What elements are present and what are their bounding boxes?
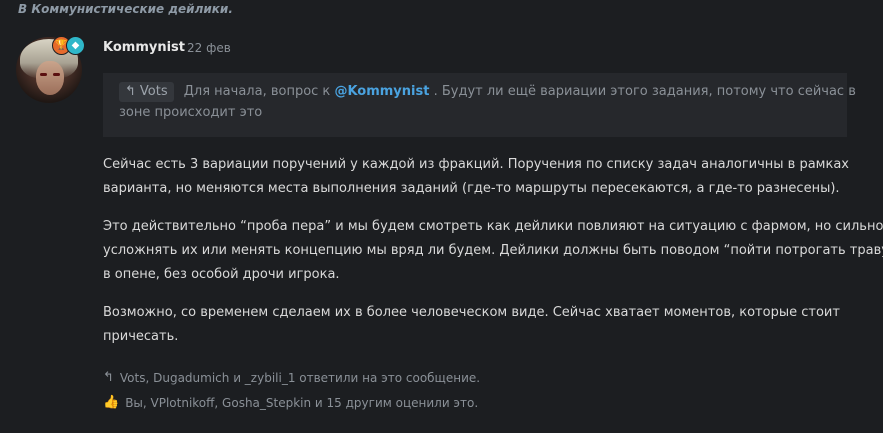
quote-author-button[interactable]: ↰ Vots xyxy=(119,81,174,102)
quote-block: ↰ Vots Для начала, вопрос к @Kommynist .… xyxy=(103,73,856,137)
likes-summary[interactable]: 👍 Вы, VPlotnikoff, Gosha_Stepkin и 15 др… xyxy=(103,395,478,410)
quote-text-end: . Будут ли ещё вариации этого задания, п… xyxy=(433,84,856,99)
paragraph-line: Это действительно “проба пера” и мы буде… xyxy=(103,219,883,234)
diamond-icon[interactable]: ◆ xyxy=(66,36,85,55)
post-date[interactable]: 22 фев xyxy=(187,41,231,55)
replies-summary[interactable]: ↰ Vots, Dugadumich и _zybili_1 ответили … xyxy=(103,370,480,385)
avatar-eye-right xyxy=(53,73,60,76)
avatar-face xyxy=(36,61,64,95)
quote-author-name: Vots xyxy=(139,84,168,99)
paragraph-line: причесать. xyxy=(103,329,179,344)
thread-link[interactable]: В Коммунистические дейлики. xyxy=(18,2,233,16)
post-paragraph: Возможно, со временем сделаем их в более… xyxy=(103,301,863,349)
avatar-eye-left xyxy=(40,73,47,76)
paragraph-line: варианта, но меняются места выполнения з… xyxy=(103,181,840,196)
paragraph-line: в опене, без особой дрочи игрока. xyxy=(103,267,340,282)
paragraph-line: Возможно, со временем сделаем их в более… xyxy=(103,305,840,320)
quote-line-2: зоне происходит это xyxy=(119,105,263,120)
quote-line-1: ↰ Vots Для начала, вопрос к @Kommynist .… xyxy=(119,81,856,102)
quote-mention[interactable]: @Kommynist xyxy=(334,84,429,99)
post-body: Сейчас есть 3 вариации поручений у каждо… xyxy=(103,153,883,363)
paragraph-line: усложнять их или менять концепцию мы вря… xyxy=(103,243,883,258)
post-paragraph: Это действительно “проба пера” и мы буде… xyxy=(103,215,883,287)
likes-text: Вы, VPlotnikoff, Gosha_Stepkin и 15 друг… xyxy=(125,395,479,410)
reply-arrow-icon: ↰ xyxy=(125,84,136,99)
reply-arrow-icon: ↰ xyxy=(103,370,114,385)
replies-text: Vots, Dugadumich и _zybili_1 ответили на… xyxy=(119,370,481,385)
thumbs-up-icon: 👍 xyxy=(103,395,120,410)
quote-text-start: Для начала, вопрос к xyxy=(183,84,331,99)
post-username[interactable]: Kommynist xyxy=(103,40,185,55)
post-paragraph: Сейчас есть 3 вариации поручений у каждо… xyxy=(103,153,863,201)
paragraph-line: Сейчас есть 3 вариации поручений у каждо… xyxy=(103,157,850,172)
